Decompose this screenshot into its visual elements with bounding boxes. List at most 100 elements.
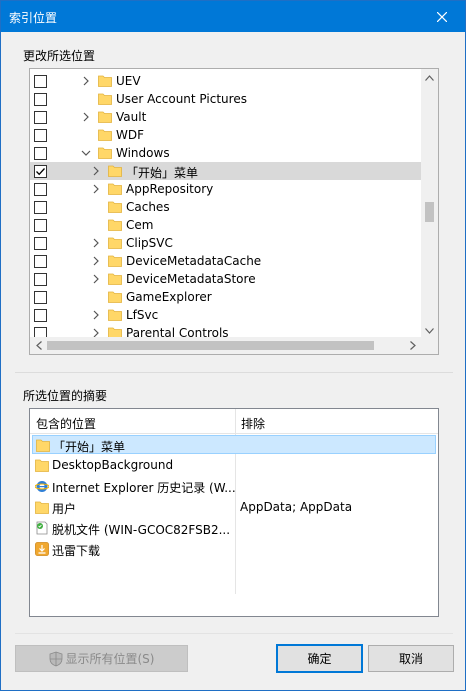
folder-icon xyxy=(35,501,49,514)
list-item[interactable]: 迅雷下载 xyxy=(32,540,436,559)
tree-item-checkbox[interactable] xyxy=(34,129,47,142)
tree-item-label: Windows xyxy=(116,146,170,160)
tree-item[interactable]: Vault xyxy=(30,108,421,126)
folder-icon xyxy=(108,291,122,303)
chevron-right-icon[interactable] xyxy=(90,183,102,195)
tree-item-checkbox[interactable] xyxy=(34,255,47,268)
tree-item-checkbox[interactable] xyxy=(34,219,47,232)
tree-item-checkbox[interactable] xyxy=(34,309,47,322)
folder-icon xyxy=(108,309,122,321)
chevron-right-icon[interactable] xyxy=(80,111,92,123)
list-item-location: DesktopBackground xyxy=(52,458,174,472)
folder-icon xyxy=(98,75,112,87)
tree-item-checkbox[interactable] xyxy=(34,147,47,160)
ok-button[interactable]: 确定 xyxy=(276,644,363,673)
tree-item-checkbox[interactable] xyxy=(34,75,47,88)
tree-item[interactable]: Caches xyxy=(30,198,421,216)
tree-item-label: Vault xyxy=(116,110,147,124)
list-item[interactable]: DesktopBackground xyxy=(32,456,436,475)
chevron-right-icon[interactable] xyxy=(90,255,102,267)
footer-divider xyxy=(15,633,453,634)
show-all-locations-button[interactable]: 显示所有位置(S) xyxy=(15,645,188,672)
tree-item-checkbox[interactable] xyxy=(34,93,47,106)
tree-horizontal-scrollbar[interactable] xyxy=(30,337,421,354)
tree-item-label: ClipSVC xyxy=(126,236,173,250)
list-item-location: Internet Explorer 历史记录 (W... xyxy=(52,481,236,495)
tree-item-label: DeviceMetadataStore xyxy=(126,272,256,286)
tree-item-checkbox[interactable] xyxy=(34,237,47,250)
chevron-down-icon[interactable] xyxy=(80,147,92,159)
tree-item[interactable]: Windows xyxy=(30,144,421,162)
list-item[interactable]: 用户 AppData; AppData xyxy=(32,498,436,517)
close-button[interactable] xyxy=(419,1,465,32)
tree-item[interactable]: UEV xyxy=(30,72,421,90)
folder-icon xyxy=(108,237,122,249)
tree-item[interactable]: ClipSVC xyxy=(30,234,421,252)
download-icon xyxy=(35,542,49,556)
folder-icon xyxy=(98,111,112,123)
ie-icon xyxy=(35,481,49,492)
tree-item[interactable]: DeviceMetadataStore xyxy=(30,270,421,288)
tree-vertical-scrollbar[interactable] xyxy=(421,69,438,339)
tree-item[interactable]: 「开始」菜单 xyxy=(30,162,421,180)
shield-icon xyxy=(49,651,62,666)
tree-item[interactable]: DeviceMetadataCache xyxy=(30,252,421,270)
tree-item-label: 「开始」菜单 xyxy=(126,166,199,180)
window-title: 索引位置 xyxy=(9,11,58,25)
tree-item[interactable]: WDF xyxy=(30,126,421,144)
chevron-right-icon[interactable] xyxy=(90,309,102,321)
summary-label: 所选位置的摘要 xyxy=(23,389,108,403)
tree-item-label: Cem xyxy=(126,218,154,232)
tree-item-checkbox[interactable] xyxy=(34,273,47,286)
folder-icon xyxy=(108,201,122,213)
list-item-exclude: AppData; AppData xyxy=(240,500,353,514)
tree-item-label: GameExplorer xyxy=(126,290,212,304)
vertical-scroll-thumb[interactable] xyxy=(425,202,434,222)
list-item-location: 「开始」菜单 xyxy=(53,440,126,454)
show-all-locations-label: 显示所有位置(S) xyxy=(65,652,155,666)
folder-icon xyxy=(108,273,122,285)
list-item[interactable]: 「开始」菜单 xyxy=(32,435,436,454)
scroll-up-button[interactable] xyxy=(421,69,438,86)
tree-item-checkbox[interactable] xyxy=(34,201,47,214)
chevron-right-icon[interactable] xyxy=(90,165,102,177)
tree-item-checkbox[interactable] xyxy=(34,165,47,178)
folder-icon xyxy=(108,255,122,267)
column-divider[interactable] xyxy=(235,409,236,434)
checkmark-icon xyxy=(36,168,45,176)
folder-icon xyxy=(108,165,122,177)
list-item[interactable]: 脱机文件 (WIN-GCOC82FSB2... xyxy=(32,519,436,538)
chevron-right-icon[interactable] xyxy=(90,237,102,249)
tree-item[interactable]: AppRepository xyxy=(30,180,421,198)
change-selected-locations-label: 更改所选位置 xyxy=(23,49,96,63)
tree-item[interactable]: GameExplorer xyxy=(30,288,421,306)
tree-item[interactable]: Cem xyxy=(30,216,421,234)
scroll-right-button[interactable] xyxy=(404,337,421,354)
list-item[interactable]: Internet Explorer 历史记录 (W... xyxy=(32,477,436,496)
folder-icon xyxy=(108,219,122,231)
tree-item-checkbox[interactable] xyxy=(34,111,47,124)
tree-item-label: WDF xyxy=(116,128,145,142)
folder-icon xyxy=(36,439,50,452)
chevron-down-icon xyxy=(425,327,434,334)
horizontal-scroll-thumb[interactable] xyxy=(47,341,374,350)
tree-item-label: LfSvc xyxy=(126,308,159,322)
folder-icon xyxy=(98,147,112,159)
tree-item[interactable]: User Account Pictures xyxy=(30,90,421,108)
tree-item-label: UEV xyxy=(116,74,141,88)
folder-tree[interactable]: UEV User Account Pictures Vault WDF Windows 「… xyxy=(29,68,439,355)
tree-item-checkbox[interactable] xyxy=(34,291,47,304)
chevron-right-icon[interactable] xyxy=(80,75,92,87)
chevron-right-icon[interactable] xyxy=(90,273,102,285)
tree-item-checkbox[interactable] xyxy=(34,183,47,196)
column-header-included[interactable]: 包含的位置 xyxy=(36,415,96,432)
summary-list[interactable]: 包含的位置 排除 「开始」菜单 DesktopBackground Internet… xyxy=(29,408,439,617)
list-item-location: 脱机文件 (WIN-GCOC82FSB2... xyxy=(52,523,231,537)
column-header-exclude[interactable]: 排除 xyxy=(241,415,265,432)
scroll-left-button[interactable] xyxy=(30,337,47,354)
tree-item-label: AppRepository xyxy=(126,182,214,196)
cancel-label: 取消 xyxy=(398,652,423,666)
tree-item[interactable]: LfSvc xyxy=(30,306,421,324)
cancel-button[interactable]: 取消 xyxy=(368,645,454,672)
summary-list-header: 包含的位置 排除 xyxy=(30,409,438,434)
